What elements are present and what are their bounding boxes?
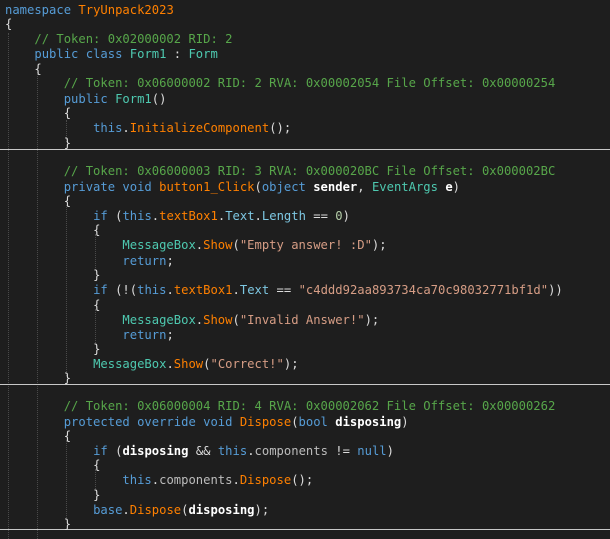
method-separator [0, 529, 610, 530]
base-keyword: base [93, 503, 123, 517]
base-class-name[interactable]: Form [188, 47, 217, 61]
length-property[interactable]: Length [262, 209, 306, 223]
this-keyword: this [217, 444, 248, 458]
this-keyword: this [122, 473, 152, 487]
show-method[interactable]: Show [174, 357, 203, 371]
click-modifier-keywords: private void [63, 180, 152, 194]
param-disposing: disposing [335, 415, 402, 429]
show-method[interactable]: Show [203, 238, 232, 252]
zero-literal: 0 [335, 209, 343, 223]
text-property[interactable]: Text [225, 209, 254, 223]
code-line-brace: } [63, 371, 72, 385]
method-separator [0, 149, 610, 150]
param-type-object: object [261, 180, 306, 194]
dispose-call[interactable]: Dispose [240, 473, 291, 487]
class-name[interactable]: Form1 [130, 47, 167, 61]
bool-keyword: bool [298, 415, 328, 429]
namespace-name[interactable]: TryUnpack2023 [78, 3, 173, 17]
click-method-name[interactable]: button1_Click [159, 180, 254, 194]
show-method[interactable]: Show [203, 313, 232, 327]
namespace-keyword: namespace [5, 3, 72, 17]
code-line-click-decl: private void button1_Click(object sender… [63, 180, 461, 194]
class-modifier-keywords: public class [34, 47, 123, 61]
disposing-ref: disposing [122, 444, 189, 458]
ctor-token-comment: // Token: 0x06000002 RID: 2 RVA: 0x00002… [63, 76, 556, 90]
messagebox-class[interactable]: MessageBox [93, 357, 166, 371]
param-e: e [445, 180, 453, 194]
code-line-brace: } [63, 136, 72, 150]
click-token-comment: // Token: 0x06000003 RID: 3 RVA: 0x00002… [63, 164, 556, 178]
ctor-name[interactable]: Form1 [115, 92, 152, 106]
dispose-method-name[interactable]: Dispose [240, 415, 291, 429]
components-field[interactable]: components [159, 473, 232, 487]
invalid-answer-string: "Invalid Answer!" [239, 313, 365, 327]
hash-string: "c4ddd92aa893734ca70c98032771bf1d" [298, 283, 549, 297]
this-keyword: this [122, 209, 152, 223]
components-field[interactable]: components [255, 444, 328, 458]
empty-answer-string: "Empty answer! :D" [239, 238, 372, 252]
param-sender: sender [313, 180, 358, 194]
this-keyword: this [93, 121, 123, 135]
if-keyword: if [93, 283, 108, 297]
class-token-comment: // Token: 0x02000002 RID: 2 [34, 32, 233, 46]
messagebox-class[interactable]: MessageBox [122, 238, 195, 252]
base-dispose-call[interactable]: Dispose [130, 503, 181, 517]
return-keyword: return [122, 328, 167, 342]
textbox-field[interactable]: textBox1 [159, 209, 218, 223]
code-line-namespace: namespace TryUnpack2023 [5, 1, 174, 20]
correct-string: "Correct!" [210, 357, 284, 371]
initialize-component-call[interactable]: InitializeComponent [130, 121, 269, 135]
dispose-token-comment: // Token: 0x06000004 RID: 4 RVA: 0x00002… [63, 399, 556, 413]
messagebox-class[interactable]: MessageBox [122, 313, 195, 327]
null-keyword: null [357, 444, 387, 458]
text-property[interactable]: Text [240, 283, 269, 297]
code-editor[interactable]: namespace TryUnpack2023 { // Token: 0x02… [0, 0, 610, 539]
return-keyword: return [122, 254, 167, 268]
disposing-arg: disposing [188, 503, 255, 517]
textbox-field[interactable]: textBox1 [174, 283, 233, 297]
param-type-eventargs[interactable]: EventArgs [372, 180, 438, 194]
dispose-modifier-keywords: protected override void [63, 415, 233, 429]
code-line-brace: } [63, 517, 72, 531]
this-keyword: this [137, 283, 167, 297]
method-separator [0, 384, 610, 385]
